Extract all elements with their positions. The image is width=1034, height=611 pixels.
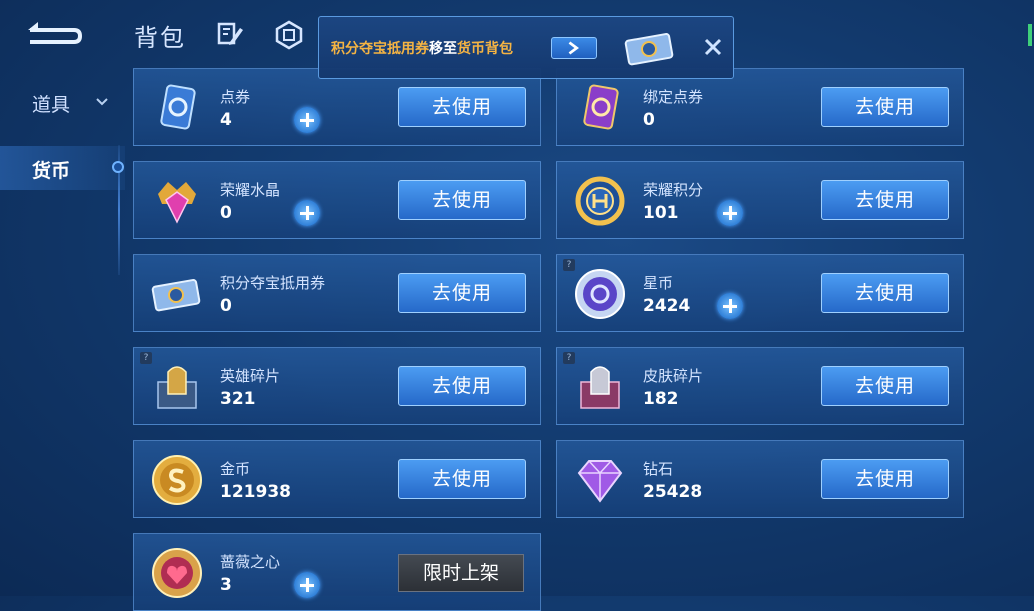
signal-icon [1028, 24, 1032, 46]
treasure-coupon-icon [151, 279, 201, 312]
currency-count: 25428 [643, 482, 703, 502]
star-coin-icon [575, 269, 625, 319]
currency-name: 积分夺宝抵用券 [220, 274, 326, 292]
hero-fragment-icon [157, 366, 197, 409]
use-button[interactable]: 去使用 [398, 180, 526, 220]
currency-count: 0 [220, 296, 232, 316]
currency-card-hero-fragment: ? 英雄碎片 321 去使用 [133, 347, 541, 425]
currency-name: 钻石 [643, 460, 674, 478]
currency-name: 点券 [220, 88, 251, 106]
use-button[interactable]: 去使用 [398, 459, 526, 499]
toast-destination: 货币背包 [457, 41, 513, 57]
skin-fragment-icon [580, 366, 620, 409]
currency-card-bound-voucher: 绑定点券 0 去使用 [556, 68, 964, 146]
currency-name: 荣耀积分 [643, 181, 704, 199]
toast-verb: 移至 [429, 41, 457, 57]
currency-card-skin-fragment: ? 皮肤碎片 182 去使用 [556, 347, 964, 425]
sidebar-item-currency[interactable]: 货币 [0, 146, 125, 190]
currency-count: 3 [220, 575, 232, 595]
close-icon[interactable] [703, 37, 723, 57]
currency-count: 2424 [643, 296, 691, 316]
gold-coin-icon [152, 455, 202, 505]
currency-name: 绑定点券 [643, 88, 704, 106]
currency-count: 121938 [220, 482, 291, 502]
currency-card-treasure-coupon: 积分夺宝抵用券 0 去使用 [133, 254, 541, 332]
currency-name: 皮肤碎片 [643, 367, 704, 385]
ticket-icon [624, 33, 674, 66]
currency-count: 182 [643, 389, 679, 409]
glory-crystal-icon [158, 182, 196, 224]
currency-card-star-coin: ? 星币 2424 去使用 [556, 254, 964, 332]
currency-count: 0 [220, 203, 232, 223]
currency-name: 星币 [643, 274, 674, 292]
use-button[interactable]: 去使用 [398, 273, 526, 313]
sidebar-item-items[interactable]: 道具 [0, 80, 125, 124]
currency-count: 101 [643, 203, 679, 223]
use-button[interactable]: 去使用 [821, 273, 949, 313]
chevron-down-icon [96, 98, 108, 106]
currency-card-diamond: 钻石 25428 去使用 [556, 440, 964, 518]
rose-heart-icon [152, 548, 202, 598]
bound-voucher-icon [583, 84, 619, 130]
currency-count: 4 [220, 110, 232, 130]
move-notification-toast: 积分夺宝抵用券移至货币背包 [318, 16, 734, 79]
currency-count: 321 [220, 389, 256, 409]
voucher-icon [160, 84, 196, 130]
currency-card-rose-heart: 蔷薇之心 3 限时上架 [133, 533, 541, 611]
use-button[interactable]: 去使用 [821, 180, 949, 220]
sidebar-item-label: 货币 [32, 160, 71, 182]
currency-card-voucher: 点券 4 去使用 [133, 68, 541, 146]
edit-icon[interactable] [216, 20, 244, 48]
currency-name: 蔷薇之心 [220, 553, 281, 571]
add-icon[interactable] [294, 572, 320, 598]
limited-time-tag: 限时上架 [398, 554, 524, 592]
add-icon[interactable] [294, 200, 320, 226]
toast-message: 积分夺宝抵用券移至货币背包 [331, 38, 513, 58]
add-icon[interactable] [717, 293, 743, 319]
settings-tab-icon[interactable] [274, 20, 304, 50]
currency-card-glory-crystal: 荣耀水晶 0 去使用 [133, 161, 541, 239]
currency-name: 金币 [220, 460, 251, 478]
use-button[interactable]: 去使用 [398, 366, 526, 406]
active-indicator [112, 161, 124, 173]
toast-item-name: 积分夺宝抵用券 [331, 41, 429, 57]
currency-name: 荣耀水晶 [220, 181, 281, 199]
glory-points-icon [575, 176, 625, 226]
add-icon[interactable] [717, 200, 743, 226]
use-button[interactable]: 去使用 [821, 366, 949, 406]
diamond-icon [577, 460, 623, 503]
sidebar-item-label: 道具 [32, 94, 71, 116]
currency-card-glory-points: 荣耀积分 101 去使用 [556, 161, 964, 239]
use-button[interactable]: 去使用 [821, 87, 949, 127]
use-button[interactable]: 去使用 [398, 87, 526, 127]
currency-count: 0 [643, 110, 655, 130]
back-arrow-icon[interactable] [24, 18, 84, 48]
page-title: 背包 [134, 24, 186, 52]
use-button[interactable]: 去使用 [821, 459, 949, 499]
arrow-right-icon[interactable] [551, 37, 597, 59]
currency-card-gold-coin: 金币 121938 去使用 [133, 440, 541, 518]
add-icon[interactable] [294, 107, 320, 133]
currency-name: 英雄碎片 [220, 367, 281, 385]
sidebar: 道具 货币 [0, 70, 125, 596]
